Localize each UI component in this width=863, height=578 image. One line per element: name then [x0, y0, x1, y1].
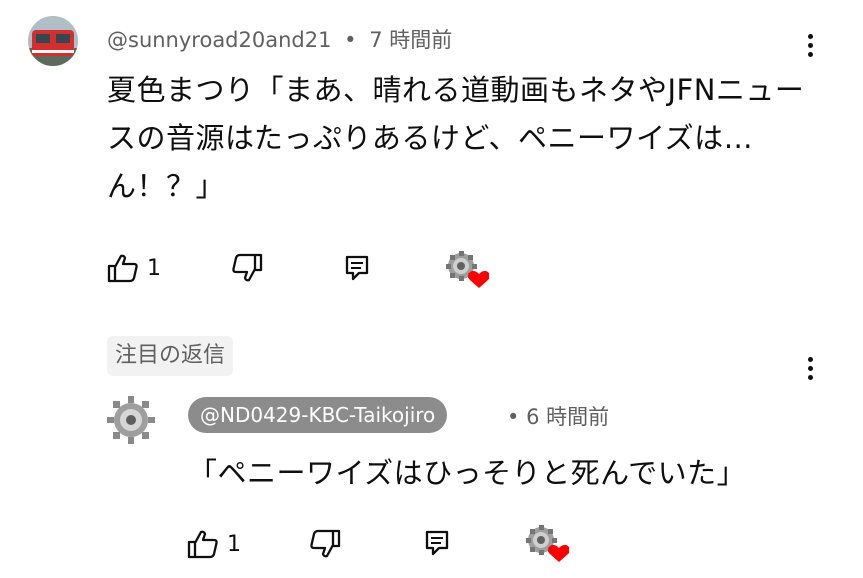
reply-reply-button[interactable]: [425, 530, 449, 556]
thumbs-up-icon: [187, 530, 218, 559]
reply-meta: • 6 時間前: [507, 401, 609, 431]
header-separator: •: [507, 405, 520, 429]
more-dot-icon: [807, 375, 813, 380]
creator-heart-badge: [443, 250, 490, 290]
reply-like-count: 1: [227, 531, 241, 557]
gear-avatar-icon: [107, 396, 155, 444]
reply-author-avatar[interactable]: [104, 393, 158, 447]
thumbs-down-icon: [232, 253, 263, 282]
reply-time[interactable]: 6 時間前: [526, 405, 609, 429]
train-avatar-image: [28, 16, 78, 66]
reply-button[interactable]: [345, 255, 369, 281]
header-separator: •: [344, 28, 357, 52]
creator-heart-icon: [446, 251, 490, 288]
comment-header: @sunnyroad20and21 • 7 時間前: [107, 24, 452, 54]
reply-more-menu-button[interactable]: [800, 353, 820, 389]
more-dot-icon: [807, 366, 813, 371]
comment-author[interactable]: @sunnyroad20and21: [107, 28, 331, 52]
comment-text: 夏色まつり「まあ、晴れる道動画もネタやJFNニュースの音源はたっぷりあるけど、ペ…: [107, 73, 805, 203]
reply-dislike-button[interactable]: [309, 529, 341, 559]
dislike-button[interactable]: [231, 253, 263, 283]
reply-comment-icon: [425, 530, 449, 556]
comment-more-menu-button[interactable]: [800, 30, 820, 66]
reply-author-chip[interactable]: @ND0429-KBC-Taikojiro: [188, 397, 448, 433]
reply-like-button[interactable]: 1: [187, 529, 241, 559]
author-avatar[interactable]: [28, 16, 78, 66]
more-dot-icon: [807, 357, 813, 362]
more-dot-icon: [807, 43, 813, 48]
thumbs-down-icon: [310, 529, 341, 558]
reply-comment-icon: [345, 255, 369, 281]
like-count: 1: [147, 255, 161, 281]
featured-reply-label: 注目の返信: [107, 336, 234, 376]
like-button[interactable]: 1: [107, 253, 161, 283]
more-dot-icon: [807, 34, 813, 39]
more-dot-icon: [807, 52, 813, 57]
comment-time[interactable]: 7 時間前: [369, 28, 452, 52]
reply-creator-heart-badge: [523, 524, 570, 564]
reply-text: 「ペニーワイズはひっそりと死んでいた」: [188, 456, 747, 490]
creator-heart-icon: [526, 525, 570, 562]
thumbs-up-icon: [107, 254, 138, 283]
